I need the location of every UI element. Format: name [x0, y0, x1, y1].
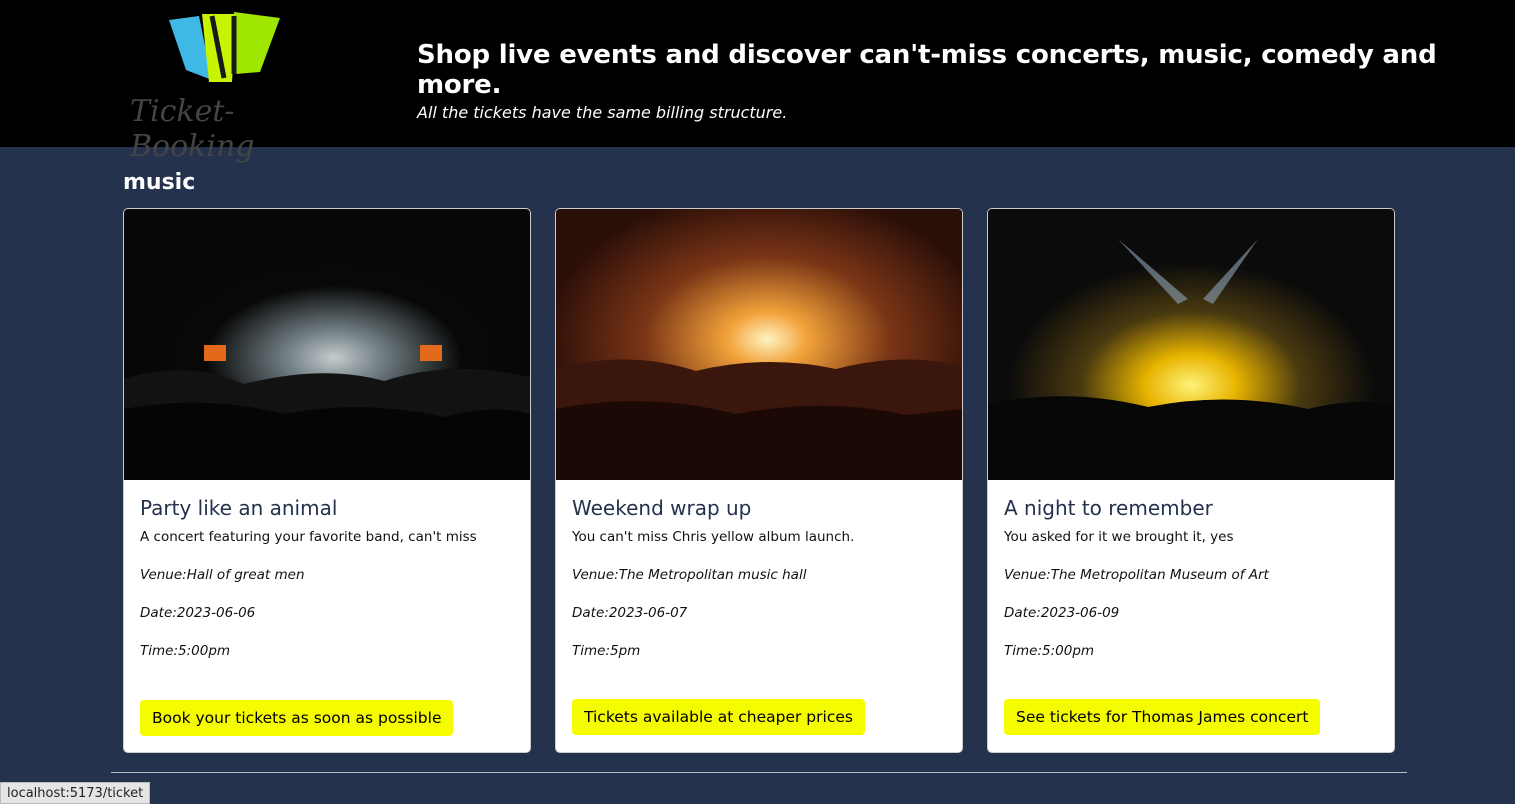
event-title: A night to remember [1004, 496, 1213, 520]
tagline: Shop live events and discover can't-miss… [417, 40, 1515, 122]
subline: All the tickets have the same billing st… [417, 103, 788, 122]
divider [111, 772, 1407, 773]
event-time: Time:5pm [572, 643, 641, 659]
event-venue: Venue:Hall of great men [140, 567, 305, 583]
event-image [124, 209, 530, 480]
logo-text: Ticket-Booking [130, 94, 255, 164]
site-header: Ticket-Booking Shop live events and disc… [0, 0, 1515, 164]
event-image [556, 209, 962, 480]
event-image [988, 209, 1394, 480]
event-title: Weekend wrap up [572, 496, 752, 520]
event-title: Party like an animal [140, 496, 338, 520]
event-date: Date:2023-06-07 [572, 605, 688, 621]
event-card: Weekend wrap up You can't miss Chris yel… [555, 208, 963, 753]
event-time: Time:5:00pm [140, 643, 231, 659]
tickets-logo-icon [169, 12, 280, 82]
event-description: You asked for it we brought it, yes [1004, 529, 1234, 545]
cheaper-tickets-button[interactable]: Tickets available at cheaper prices [572, 699, 865, 735]
section-title: music [123, 170, 196, 195]
headline: Shop live events and discover can't-miss… [417, 40, 1437, 100]
site-logo[interactable]: Ticket-Booking [124, 8, 324, 164]
event-card: Party like an animal A concert featuring… [123, 208, 531, 753]
event-venue: Venue:The Metropolitan Museum of Art [1004, 567, 1269, 583]
event-card: A night to remember You asked for it we … [987, 208, 1395, 753]
event-date: Date:2023-06-09 [1004, 605, 1120, 621]
book-tickets-button[interactable]: Book your tickets as soon as possible [140, 700, 454, 736]
event-time: Time:5:00pm [1004, 643, 1095, 659]
status-bar-url: localhost:5173/ticket [0, 782, 151, 804]
event-description: You can't miss Chris yellow album launch… [572, 529, 855, 545]
event-venue: Venue:The Metropolitan music hall [572, 567, 807, 583]
thomas-james-tickets-button[interactable]: See tickets for Thomas James concert [1004, 699, 1321, 735]
event-date: Date:2023-06-06 [140, 605, 256, 621]
event-description: A concert featuring your favorite band, … [140, 529, 477, 545]
